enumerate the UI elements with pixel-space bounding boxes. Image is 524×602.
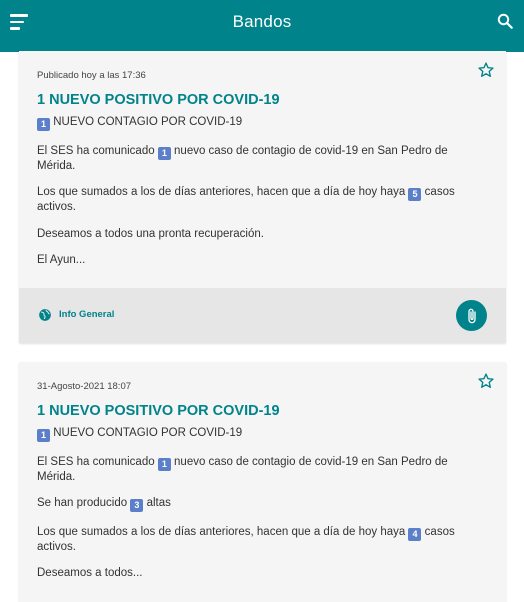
body-text: Deseamos a todos una pronta recuperación…: [37, 227, 264, 240]
post-card[interactable]: 31-Agosto-2021 18:07 1 NUEVO POSITIVO PO…: [19, 362, 506, 602]
attachment-button[interactable]: [456, 300, 487, 331]
body-text: El SES ha comunicado: [37, 144, 155, 157]
category-label[interactable]: Info General: [59, 309, 114, 320]
search-icon[interactable]: [496, 12, 514, 30]
body-text: Se han producido: [37, 497, 128, 509]
post-date: Publicado hoy a las 17:36: [37, 70, 146, 81]
keycap-badge: 4: [408, 527, 422, 541]
body-text: Deseamos a todos...: [37, 567, 143, 579]
body-text: El Ayun...: [37, 254, 86, 266]
post-date: 31-Agosto-2021 18:07: [37, 381, 132, 392]
star-icon[interactable]: [477, 61, 495, 79]
body-text: Los que sumados a los de días anteriores…: [37, 525, 406, 538]
star-icon[interactable]: [477, 372, 495, 390]
page-title: Bandos: [232, 12, 292, 31]
post-subtitle: NUEVO CONTAGIO POR COVID-19: [53, 116, 243, 128]
post-excerpt: 1 NUEVO CONTAGIO POR COVID-19 El SES ha …: [37, 427, 487, 594]
keycap-badge: 1: [157, 457, 171, 471]
keycap-badge: 1: [37, 118, 50, 131]
post-title[interactable]: 1 NUEVO POSITIVO POR COVID-19: [37, 403, 280, 419]
keycap-badge: 1: [157, 146, 171, 160]
paperclip-icon: [467, 308, 476, 323]
globe-icon: [39, 309, 51, 321]
app-bar: Bandos: [0, 0, 524, 44]
hamburger-menu-icon[interactable]: [10, 13, 30, 31]
post-title[interactable]: 1 NUEVO POSITIVO POR COVID-19: [37, 92, 280, 108]
keycap-badge: 1: [37, 429, 50, 442]
post-footer: Info General: [19, 288, 506, 343]
keycap-badge: 3: [130, 499, 144, 512]
post-card[interactable]: Publicado hoy a las 17:36 1 NUEVO POSITI…: [19, 51, 506, 343]
body-text: Los que sumados a los de días anteriores…: [37, 186, 406, 198]
body-text: altas: [146, 497, 171, 509]
post-subtitle: NUEVO CONTAGIO POR COVID-19: [53, 427, 243, 439]
keycap-badge: 5: [408, 188, 422, 201]
body-text: El SES ha comunicado: [37, 455, 155, 468]
post-excerpt: 1 NUEVO CONTAGIO POR COVID-19 El SES ha …: [37, 116, 487, 281]
